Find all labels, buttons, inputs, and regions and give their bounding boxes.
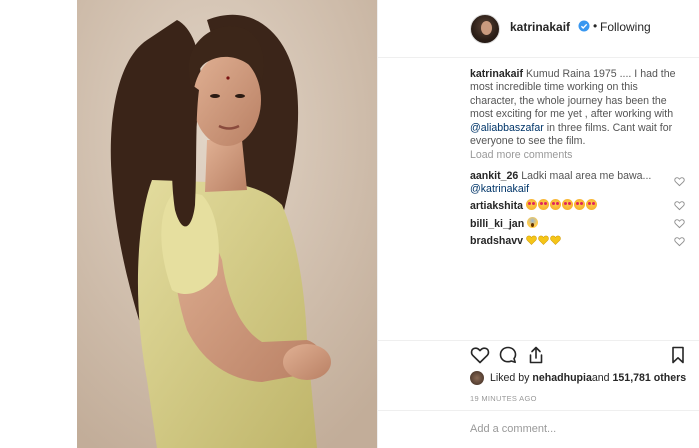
likes-summary: Liked by nehadhupia and 151,781 others — [470, 370, 686, 386]
comment-text: Ladki maal area me bawa... — [518, 170, 652, 182]
post-details-panel: katrinakaif • Following katrinakaif Kumu… — [377, 0, 699, 448]
yellow-heart-emoji — [538, 235, 549, 245]
caption-username[interactable]: katrinakaif — [470, 68, 523, 80]
separator-dot: • — [593, 19, 598, 33]
love-eyes-emoji — [549, 199, 561, 210]
caption-mention-link[interactable]: @aliabbaszafar — [470, 122, 544, 134]
comment-username[interactable]: billi_ki_jan — [470, 218, 524, 230]
comment-username[interactable]: aankit_26 — [470, 170, 518, 182]
love-eyes-emoji — [561, 199, 573, 210]
love-eyes-emoji — [573, 199, 585, 210]
add-comment-section — [378, 410, 699, 448]
comment-item: aankit_26 Ladki maal area me bawa... @ka… — [470, 170, 685, 197]
yellow-heart-emoji — [550, 235, 561, 245]
likes-prefix: Liked by — [490, 372, 530, 384]
share-icon[interactable] — [526, 345, 546, 365]
scream-emoji — [527, 217, 539, 228]
verified-badge-icon — [578, 20, 590, 32]
liker-username[interactable]: nehadhupia — [532, 372, 591, 384]
post-timestamp[interactable]: 19 MINUTES AGO — [470, 394, 537, 403]
love-eyes-emoji — [585, 199, 597, 210]
like-comment-heart-icon[interactable] — [674, 236, 685, 247]
comment-item: billi_ki_jan — [470, 217, 685, 231]
love-eyes-emoji — [537, 199, 549, 210]
author-avatar[interactable] — [470, 14, 500, 44]
add-comment-input[interactable] — [470, 421, 680, 437]
like-comment-heart-icon[interactable] — [674, 218, 685, 229]
love-eyes-emoji — [525, 199, 537, 210]
like-comment-heart-icon[interactable] — [674, 200, 685, 211]
modal-backdrop-gutter — [0, 0, 77, 448]
comment-bubble-icon[interactable] — [498, 345, 518, 365]
comment-mention-link[interactable]: @katrinakaif — [470, 183, 529, 195]
instagram-post-modal: katrinakaif • Following katrinakaif Kumu… — [0, 0, 699, 448]
post-header: katrinakaif • Following — [378, 0, 699, 58]
like-comment-heart-icon[interactable] — [674, 176, 685, 187]
comment-item: bradshavv — [470, 235, 685, 248]
like-heart-icon[interactable] — [470, 345, 490, 365]
following-button[interactable]: Following — [600, 20, 651, 34]
likes-count-link[interactable]: 151,781 others — [613, 372, 687, 384]
comment-username[interactable]: bradshavv — [470, 235, 523, 247]
yellow-heart-emoji — [526, 235, 537, 245]
comment-item: artiakshita — [470, 199, 685, 213]
comment-username[interactable]: artiakshita — [470, 200, 523, 212]
liker-avatar[interactable] — [470, 371, 484, 385]
post-photo-illustration — [77, 0, 377, 448]
author-username[interactable]: katrinakaif — [510, 20, 570, 34]
load-more-comments-button[interactable]: Load more comments — [470, 149, 572, 161]
likes-and: and — [591, 372, 610, 384]
post-caption: katrinakaif Kumud Raina 1975 .... I had … — [470, 68, 680, 148]
save-bookmark-icon[interactable] — [668, 345, 688, 365]
post-action-bar — [378, 340, 699, 370]
post-photo[interactable] — [77, 0, 377, 448]
